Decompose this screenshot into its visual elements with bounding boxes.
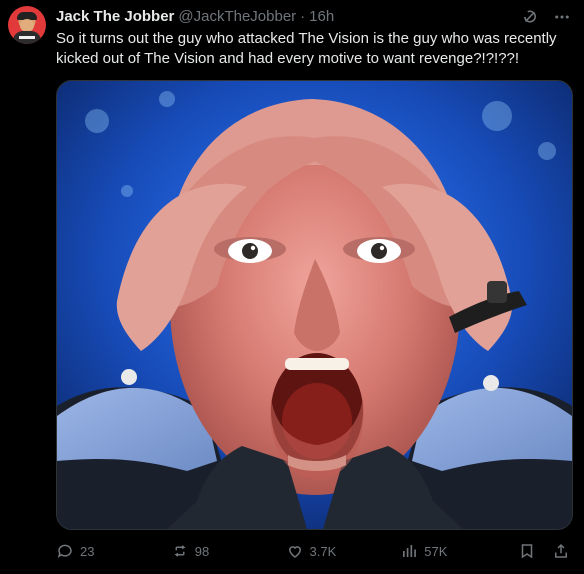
like-count: 3.7K [309, 543, 337, 559]
author-handle[interactable]: @JackTheJobber [178, 8, 296, 25]
separator-dot: · [300, 7, 306, 25]
bookmark-icon [521, 544, 533, 559]
views-icon [403, 545, 417, 557]
repost-count: 98 [194, 543, 210, 559]
more-icon[interactable] [552, 7, 572, 27]
avatar-text [19, 36, 35, 39]
tweet-media[interactable] [56, 80, 573, 530]
like-icon [288, 546, 301, 558]
like-button[interactable]: 3.7K [286, 542, 401, 560]
avatar[interactable] [8, 6, 46, 44]
tweet: Jack The Jobber @JackTheJobber · 16h So … [0, 0, 584, 574]
share-icon [555, 543, 567, 558]
header-icons [520, 7, 572, 27]
right-actions [517, 541, 571, 561]
grok-icon[interactable] [520, 7, 540, 27]
share-button[interactable] [551, 541, 571, 561]
timestamp[interactable]: 16h [309, 8, 334, 25]
tweet-text: So it turns out the guy who attacked The… [56, 30, 557, 67]
tweet-actions: 23 98 3.7K 57K [56, 540, 571, 562]
views-count: 57K [424, 543, 448, 559]
tweet-header: Jack The Jobber @JackTheJobber · 16h [56, 6, 334, 26]
shocked-man-image [57, 81, 572, 529]
author-name[interactable]: Jack The Jobber [56, 8, 174, 25]
bookmark-button[interactable] [517, 541, 537, 561]
reply-button[interactable]: 23 [56, 542, 171, 560]
reply-count: 23 [80, 543, 95, 559]
repost-button[interactable]: 98 [171, 542, 286, 560]
reply-icon [57, 544, 72, 558]
repost-icon [174, 545, 186, 557]
views-button[interactable]: 57K [400, 542, 517, 560]
